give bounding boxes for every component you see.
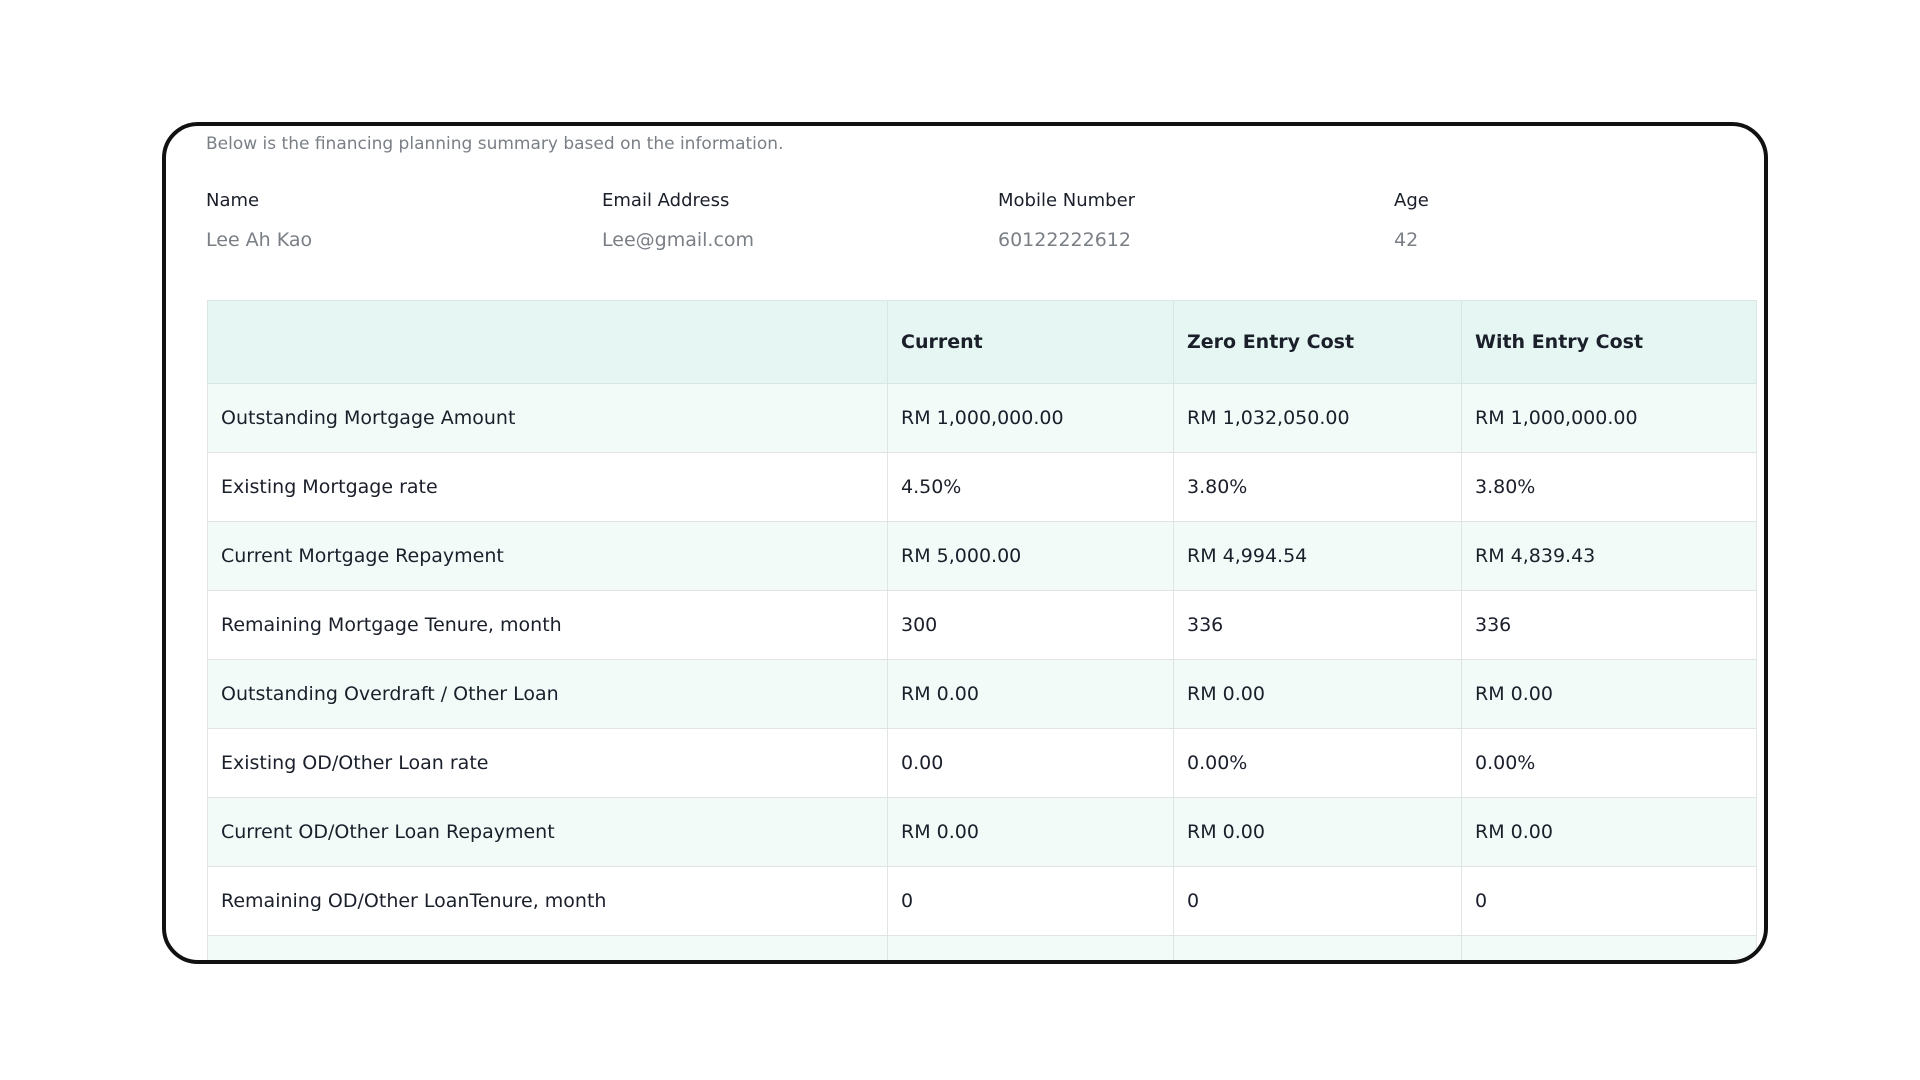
info-name: Name Lee Ah Kao xyxy=(206,190,586,251)
row-label: Remaining Mortgage Tenure, month xyxy=(207,590,888,660)
info-mobile: Mobile Number 60122222612 xyxy=(998,190,1378,251)
table-row-partial xyxy=(207,935,1757,960)
cell-zero-entry-cost: RM 1,032,050.00 xyxy=(1173,383,1462,453)
header-current: Current xyxy=(887,300,1174,384)
cell-current: RM 5,000.00 xyxy=(887,521,1174,591)
cell-zero-entry-cost: RM 0.00 xyxy=(1173,659,1462,729)
info-name-label: Name xyxy=(206,190,260,211)
info-age-value: 42 xyxy=(1394,229,1419,251)
info-email-value: Lee@gmail.com xyxy=(602,229,755,251)
cell-current: 4.50% xyxy=(887,452,1174,522)
cell-zero-entry-cost: RM 0.00 xyxy=(1173,797,1462,867)
cell-current: RM 0.00 xyxy=(887,659,1174,729)
info-age-label: Age xyxy=(1394,190,1429,211)
cell-current: RM 1,000,000.00 xyxy=(887,383,1174,453)
header-zero-entry-cost: Zero Entry Cost xyxy=(1173,300,1462,384)
table-header-row: Current Zero Entry Cost With Entry Cost xyxy=(207,300,1757,384)
row-label: Current Mortgage Repayment xyxy=(207,521,888,591)
cell-current: 300 xyxy=(887,590,1174,660)
cell-with-entry-cost: 3.80% xyxy=(1461,452,1757,522)
cell-zero-entry-cost xyxy=(1173,935,1462,960)
table-row: Remaining Mortgage Tenure, month 300 336… xyxy=(207,590,1757,660)
cell-with-entry-cost: RM 1,000,000.00 xyxy=(1461,383,1757,453)
cell-with-entry-cost xyxy=(1461,935,1757,960)
table-row: Current Mortgage Repayment RM 5,000.00 R… xyxy=(207,521,1757,591)
table-row: Existing Mortgage rate 4.50% 3.80% 3.80% xyxy=(207,452,1757,522)
summary-frame: Below is the financing planning summary … xyxy=(162,122,1768,964)
info-age: Age 42 xyxy=(1394,190,1764,251)
cell-zero-entry-cost: RM 4,994.54 xyxy=(1173,521,1462,591)
cell-zero-entry-cost: 0.00% xyxy=(1173,728,1462,798)
table-row: Remaining OD/Other LoanTenure, month 0 0… xyxy=(207,866,1757,936)
intro-text: Below is the financing planning summary … xyxy=(206,134,784,154)
row-label: Existing Mortgage rate xyxy=(207,452,888,522)
page: Below is the financing planning summary … xyxy=(0,0,1920,1080)
info-mobile-label: Mobile Number xyxy=(998,190,1136,211)
table-row: Current OD/Other Loan Repayment RM 0.00 … xyxy=(207,797,1757,867)
cell-with-entry-cost: RM 4,839.43 xyxy=(1461,521,1757,591)
info-email-label: Email Address xyxy=(602,190,730,211)
cell-with-entry-cost: 0 xyxy=(1461,866,1757,936)
cell-current xyxy=(887,935,1174,960)
header-with-entry-cost: With Entry Cost xyxy=(1461,300,1757,384)
table-row: Outstanding Overdraft / Other Loan RM 0.… xyxy=(207,659,1757,729)
cell-with-entry-cost: RM 0.00 xyxy=(1461,659,1757,729)
cell-zero-entry-cost: 3.80% xyxy=(1173,452,1462,522)
row-label: Remaining OD/Other LoanTenure, month xyxy=(207,866,888,936)
summary-table: Current Zero Entry Cost With Entry Cost … xyxy=(207,300,1757,960)
row-label xyxy=(207,935,888,960)
header-label xyxy=(207,300,888,384)
cell-current: 0.00 xyxy=(887,728,1174,798)
row-label: Current OD/Other Loan Repayment xyxy=(207,797,888,867)
cell-zero-entry-cost: 336 xyxy=(1173,590,1462,660)
table-row: Existing OD/Other Loan rate 0.00 0.00% 0… xyxy=(207,728,1757,798)
info-mobile-value: 60122222612 xyxy=(998,229,1131,251)
table-row: Outstanding Mortgage Amount RM 1,000,000… xyxy=(207,383,1757,453)
cell-with-entry-cost: RM 0.00 xyxy=(1461,797,1757,867)
cell-current: 0 xyxy=(887,866,1174,936)
row-label: Outstanding Mortgage Amount xyxy=(207,383,888,453)
customer-info: Name Lee Ah Kao Email Address Lee@gmail.… xyxy=(206,190,1764,270)
info-name-value: Lee Ah Kao xyxy=(206,229,313,251)
cell-with-entry-cost: 0.00% xyxy=(1461,728,1757,798)
cell-zero-entry-cost: 0 xyxy=(1173,866,1462,936)
row-label: Existing OD/Other Loan rate xyxy=(207,728,888,798)
cell-with-entry-cost: 336 xyxy=(1461,590,1757,660)
cell-current: RM 0.00 xyxy=(887,797,1174,867)
info-email: Email Address Lee@gmail.com xyxy=(602,190,982,251)
summary-table-wrapper: Current Zero Entry Cost With Entry Cost … xyxy=(207,300,1757,960)
row-label: Outstanding Overdraft / Other Loan xyxy=(207,659,888,729)
